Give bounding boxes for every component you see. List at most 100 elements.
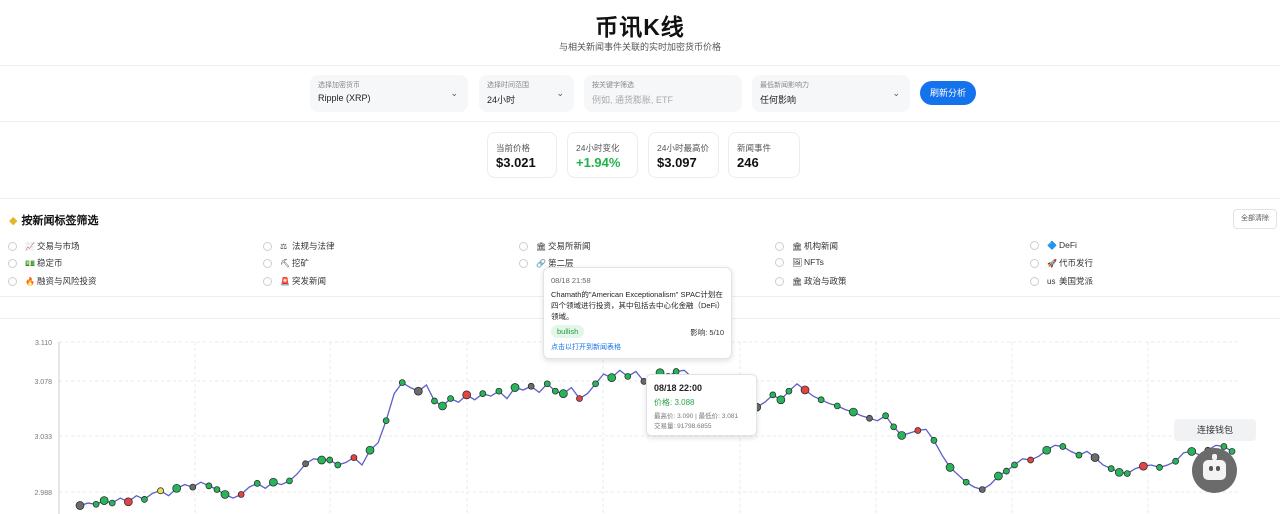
- news-marker: [1139, 461, 1148, 471]
- building-icon: 🏛: [792, 242, 803, 252]
- news-marker: [268, 477, 278, 487]
- crypto-select-label: 选择加密货币: [318, 82, 360, 89]
- stat-24h-high: 24小时最高价 $3.097: [648, 132, 719, 178]
- timerange-select-label: 选择时间范围: [487, 82, 529, 89]
- news-marker: [123, 497, 133, 507]
- tag-item[interactable]: 🔷 DeFi: [1030, 240, 1077, 254]
- news-marker: [551, 387, 559, 395]
- refresh-button[interactable]: 刷新分析: [920, 81, 976, 105]
- tag-label: NFTs: [804, 257, 824, 267]
- tag-item[interactable]: ⚖ 法规与法律: [263, 240, 335, 254]
- tag-checkbox[interactable]: [263, 277, 272, 287]
- tag-label: 机构新闻: [804, 241, 839, 251]
- keyword-input-label: 按关键字筛选: [592, 82, 634, 89]
- connect-wallet-button[interactable]: 连接钱包: [1174, 419, 1256, 441]
- chevron-down-icon: ⌄: [556, 88, 564, 98]
- tag-item[interactable]: us 美国党派: [1030, 275, 1093, 289]
- tag-checkbox[interactable]: [775, 242, 784, 252]
- news-marker: [1011, 461, 1018, 469]
- news-marker: [527, 382, 535, 390]
- chevron-down-icon: ⌄: [892, 88, 900, 98]
- stat-label: 当前价格: [496, 143, 531, 153]
- news-marker: [994, 471, 1003, 481]
- news-impact: 影响: 5/10: [690, 328, 724, 337]
- tag-checkbox[interactable]: [1030, 277, 1039, 287]
- tag-checkbox[interactable]: [775, 277, 784, 287]
- news-marker: [776, 395, 786, 405]
- tag-checkbox[interactable]: [1030, 259, 1039, 269]
- tag-label: 融资与风险投资: [37, 276, 97, 286]
- tag-checkbox[interactable]: [519, 259, 528, 269]
- pickaxe-icon: ⛏: [280, 259, 291, 269]
- bot-head: [1203, 460, 1226, 480]
- news-marker: [75, 501, 85, 510]
- tag-item[interactable]: 🚨 突发新闻: [263, 275, 326, 289]
- stat-value: $3.021: [496, 155, 536, 170]
- news-marker: [1003, 467, 1010, 475]
- news-marker: [253, 480, 261, 487]
- tag-checkbox[interactable]: [519, 242, 528, 252]
- tag-item[interactable]: 🔥 融资与风险投资: [8, 275, 97, 289]
- crypto-select[interactable]: 选择加密货币 Ripple (XRP) ⌄: [310, 75, 468, 112]
- news-marker: [413, 386, 423, 396]
- impact-select-value: 任何影响: [760, 95, 797, 105]
- news-marker: [495, 387, 503, 395]
- clear-all-button[interactable]: 全部清除: [1233, 209, 1277, 229]
- impact-select[interactable]: 最低新闻影响力 任何影响 ⌄: [752, 75, 910, 112]
- tag-filter-heading: ◆ 按新闻标签筛选: [9, 212, 98, 228]
- tag-checkbox[interactable]: [8, 242, 17, 252]
- news-marker: [141, 496, 148, 503]
- keyword-input[interactable]: 按关键字筛选 例如, 通货膨胀, ETF: [584, 75, 742, 112]
- chart-icon: 📈: [25, 242, 35, 252]
- news-marker: [438, 401, 447, 411]
- stat-24h-change: 24小时变化 +1.94%: [567, 132, 638, 178]
- tag-item[interactable]: 🏛 机构新闻: [775, 240, 838, 254]
- news-link[interactable]: 点击以打开到新闻表格: [551, 342, 621, 352]
- tag-checkbox[interactable]: [8, 277, 17, 287]
- stat-value: $3.097: [657, 155, 697, 170]
- news-marker: [92, 500, 100, 508]
- news-marker: [108, 499, 116, 507]
- page-subtitle: 与相关新闻事件关联的实时加密货币价格: [558, 42, 721, 52]
- news-marker: [213, 486, 221, 493]
- tag-item[interactable]: 🚀 代币发行: [1030, 257, 1093, 271]
- image-icon: 🖼: [792, 258, 803, 268]
- chatbot-icon[interactable]: [1192, 448, 1237, 493]
- defi-icon: 🔷: [1047, 241, 1057, 251]
- tag-icon: ◆: [9, 215, 18, 227]
- tag-checkbox[interactable]: [263, 259, 272, 269]
- tag-item[interactable]: 🖼 NFTs: [775, 257, 824, 271]
- tag-filter-title: 按新闻标签筛选: [21, 215, 99, 227]
- price-tooltip-hl: 最高价: 3.090 | 最低价: 3.081: [654, 413, 739, 420]
- tag-label: 稳定币: [37, 258, 63, 268]
- y-tick-label: 3.110: [35, 340, 52, 347]
- tag-checkbox[interactable]: [263, 242, 272, 252]
- tag-item[interactable]: ⛏ 挖矿: [263, 257, 309, 271]
- tag-item[interactable]: 🏛 政治与政策: [775, 275, 847, 289]
- news-tooltip[interactable]: 08/18 21:58 Chamath的"American Exceptiona…: [543, 267, 732, 359]
- divider: [0, 65, 1280, 66]
- tag-item[interactable]: 📈 交易与市场: [8, 240, 80, 254]
- tag-item[interactable]: 🏛 交易所新闻: [519, 240, 591, 254]
- news-marker: [945, 463, 955, 472]
- news-marker: [1172, 457, 1179, 465]
- news-marker: [1075, 451, 1083, 459]
- stat-label: 24小时最高价: [657, 143, 709, 153]
- tag-label: DeFi: [1059, 240, 1077, 250]
- news-marker: [1156, 464, 1163, 471]
- impact-select-label: 最低新闻影响力: [760, 82, 809, 89]
- tag-item[interactable]: 💵 稳定币: [8, 257, 63, 271]
- tag-checkbox[interactable]: [1030, 241, 1039, 251]
- news-marker-highlighted: [157, 487, 164, 495]
- capitol-icon: 🏛: [792, 277, 803, 287]
- tag-checkbox[interactable]: [775, 258, 784, 268]
- tag-checkbox[interactable]: [8, 259, 17, 269]
- price-tooltip-volume: 交易量: 91798.6855: [654, 423, 712, 430]
- tag-label: 法规与法律: [292, 241, 335, 251]
- timerange-select[interactable]: 选择时间范围 24小时 ⌄: [479, 75, 574, 112]
- stat-value: +1.94%: [576, 155, 621, 170]
- keyword-input-placeholder: 例如, 通货膨胀, ETF: [592, 95, 674, 105]
- news-marker: [1027, 456, 1034, 464]
- news-marker: [930, 437, 938, 444]
- bank-icon: 🏛: [536, 242, 547, 252]
